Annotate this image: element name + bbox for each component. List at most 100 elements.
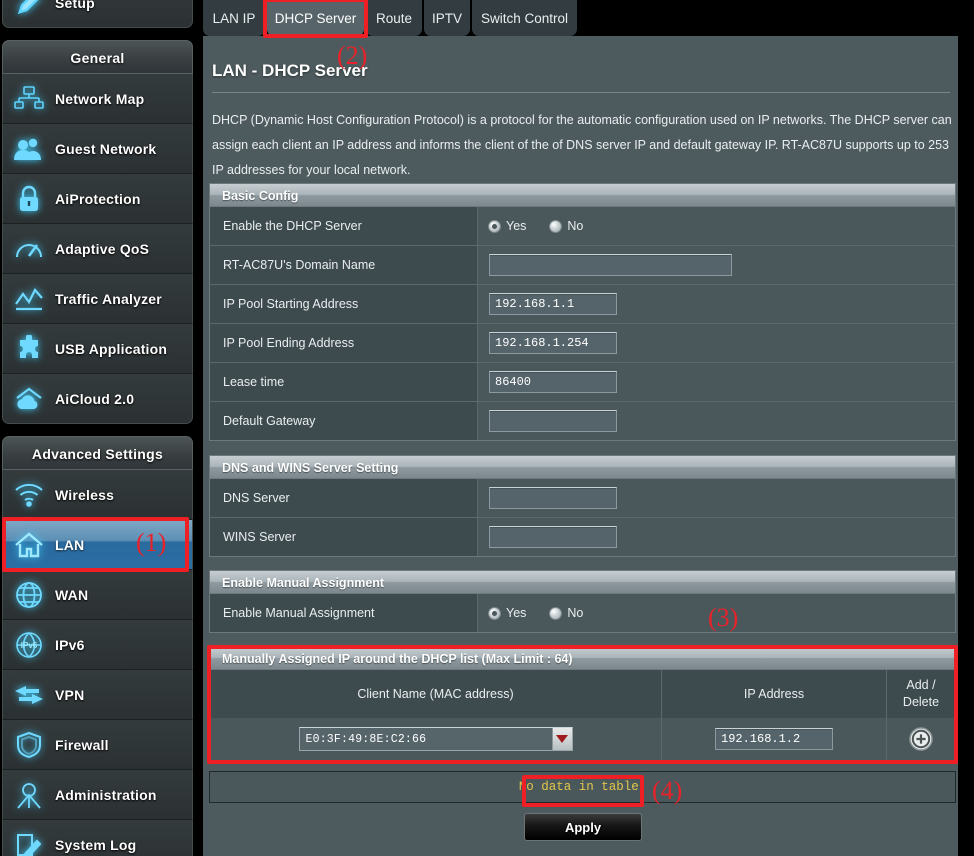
sidebar-item-system-log[interactable]: System Log [2, 820, 193, 856]
row-domain-name: RT-AC87U's Domain Name [209, 246, 956, 285]
dns-server-input[interactable] [489, 487, 617, 509]
tab-lan-ip[interactable]: LAN IP [203, 0, 265, 36]
sidebar-item-label: System Log [55, 836, 137, 853]
section-basic-config: Basic Config Enable the DHCP Server Yes … [209, 183, 956, 441]
row-label: IP Pool Starting Address [210, 285, 478, 323]
row-value [478, 479, 955, 517]
sidebar-item-label: AiProtection [55, 190, 141, 207]
lease-time-input[interactable]: 86400 [489, 371, 617, 393]
tab-route[interactable]: Route [366, 0, 422, 36]
content-area: LAN IP DHCP Server Route IPTV Switch Con… [203, 0, 958, 856]
row-label: WINS Server [210, 518, 478, 556]
sidebar-item-label: Administration [55, 786, 157, 803]
sidebar: Setup General Network Map Guest Network … [0, 0, 193, 856]
sidebar-item-adaptive-qos[interactable]: Adaptive QoS [2, 224, 193, 274]
section-dns-wins: DNS and WINS Server Setting DNS Server W… [209, 455, 956, 557]
domain-name-input[interactable] [489, 254, 732, 276]
sidebar-group-setup: Setup [2, 0, 193, 28]
apply-button[interactable]: Apply [524, 813, 642, 841]
vpn-arrows-icon [3, 682, 55, 708]
sidebar-item-vpn[interactable]: VPN [2, 670, 193, 720]
pencil-icon [3, 0, 55, 17]
wins-server-input[interactable] [489, 526, 617, 548]
home-icon [3, 531, 55, 559]
radio-yes[interactable] [489, 220, 500, 232]
sidebar-item-label: Traffic Analyzer [55, 290, 162, 307]
lock-icon [3, 185, 55, 213]
ip-pool-end-input[interactable]: 192.168.1.254 [489, 332, 617, 354]
row-label: Lease time [210, 363, 478, 401]
sidebar-item-guest-network[interactable]: Guest Network [2, 124, 193, 174]
chevron-down-icon[interactable] [551, 728, 572, 750]
sidebar-item-label: IPv6 [55, 636, 85, 653]
sidebar-item-wan[interactable]: WAN [2, 570, 193, 620]
sidebar-item-label: Firewall [55, 736, 109, 753]
svg-text:IPv6: IPv6 [21, 641, 38, 650]
row-ip-pool-end: IP Pool Ending Address 192.168.1.254 [209, 324, 956, 363]
sidebar-item-firewall[interactable]: Firewall [2, 720, 193, 770]
column-header-ip-address: IP Address [662, 670, 887, 718]
tab-dhcp-server[interactable]: DHCP Server [267, 0, 364, 36]
section-header-assigned-ip: Manually Assigned IP around the DHCP lis… [209, 646, 956, 670]
page-description: DHCP (Dynamic Host Configuration Protoco… [212, 113, 952, 177]
row-wins-server: WINS Server [209, 518, 956, 557]
row-label: DNS Server [210, 479, 478, 517]
sidebar-item-setup[interactable]: Setup [2, 0, 193, 28]
radio-yes-label: Yes [506, 606, 527, 620]
radio-no[interactable] [550, 220, 562, 232]
wifi-icon [3, 483, 55, 507]
table-header-row: Client Name (MAC address) IP Address Add… [210, 670, 955, 718]
sidebar-item-usb-application[interactable]: USB Application [2, 324, 193, 374]
row-value [478, 402, 955, 440]
section-header-basic-config: Basic Config [209, 183, 956, 207]
plus-circle-icon[interactable] [908, 726, 934, 752]
section-header-manual-assignment: Enable Manual Assignment [209, 570, 956, 594]
column-header-add-line2: Delete [902, 695, 940, 709]
sidebar-item-wireless[interactable]: Wireless [2, 470, 193, 520]
cell-ip-address: 192.168.1.2 [662, 718, 887, 760]
sidebar-item-label: Adaptive QoS [55, 240, 150, 257]
tab-switch-control[interactable]: Switch Control [472, 0, 577, 36]
row-default-gateway: Default Gateway [209, 402, 956, 441]
row-label: IP Pool Ending Address [210, 324, 478, 362]
section-enable-manual-assignment: Enable Manual Assignment Enable Manual A… [209, 570, 956, 633]
default-gateway-input[interactable] [489, 410, 617, 432]
row-value [478, 246, 955, 284]
person-icon [3, 781, 55, 809]
radio-yes[interactable] [489, 607, 500, 619]
sidebar-item-aiprotection[interactable]: AiProtection [2, 174, 193, 224]
sidebar-item-label: Setup [55, 0, 95, 11]
sidebar-item-network-map[interactable]: Network Map [2, 74, 193, 124]
network-map-icon [3, 85, 55, 112]
ipv6-globe-icon: IPv6 [3, 631, 55, 659]
sidebar-item-label: LAN [55, 536, 85, 553]
sidebar-group-title-general: General [2, 40, 193, 74]
users-icon [3, 136, 55, 162]
ip-pool-start-input[interactable]: 192.168.1.1 [489, 293, 617, 315]
sidebar-item-administration[interactable]: Administration [2, 770, 193, 820]
mac-address-value: E0:3F:49:8E:C2:66 [305, 732, 427, 746]
sidebar-item-lan[interactable]: LAN [2, 520, 193, 570]
cell-client-name: E0:3F:49:8E:C2:66 [210, 718, 662, 760]
mac-address-select[interactable]: E0:3F:49:8E:C2:66 [298, 727, 573, 751]
assigned-ip-input[interactable]: 192.168.1.2 [715, 728, 833, 750]
cell-add-button[interactable] [887, 718, 955, 760]
radio-no[interactable] [550, 607, 562, 619]
sidebar-item-ipv6[interactable]: IPv6 IPv6 [2, 620, 193, 670]
sidebar-group-general: General Network Map Guest Network AiProt… [2, 40, 193, 424]
row-label: Enable the DHCP Server [210, 207, 478, 245]
column-header-add-delete: Add / Delete [887, 670, 955, 718]
tab-iptv[interactable]: IPTV [424, 0, 470, 36]
column-header-client-name: Client Name (MAC address) [210, 670, 662, 718]
radio-group-manual-assignment[interactable]: Yes No [489, 606, 583, 620]
sidebar-item-traffic-analyzer[interactable]: Traffic Analyzer [2, 274, 193, 324]
empty-table-message: No data in table. [209, 771, 956, 803]
sidebar-item-aicloud[interactable]: AiCloud 2.0 [2, 374, 193, 424]
sidebar-item-label: Wireless [55, 486, 115, 503]
radio-yes-label: Yes [506, 219, 527, 233]
row-value: 192.168.1.254 [478, 324, 955, 362]
sidebar-item-label: Network Map [55, 90, 145, 107]
sidebar-group-title-advanced: Advanced Settings [2, 436, 193, 470]
table-entry-row: E0:3F:49:8E:C2:66 192.168.1.2 [210, 718, 955, 760]
radio-group-enable-dhcp[interactable]: Yes No [489, 219, 583, 233]
